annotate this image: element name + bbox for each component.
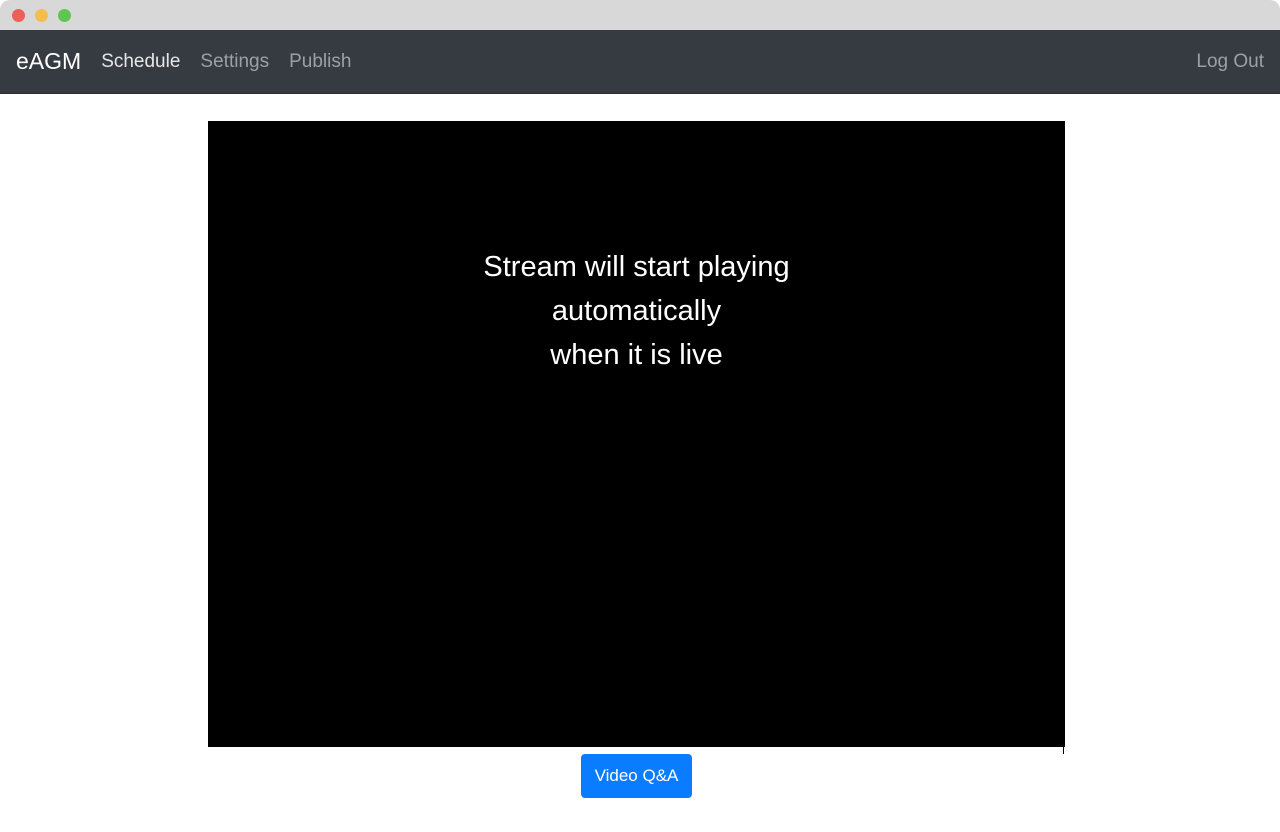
nav-links: Schedule Settings Publish (101, 51, 351, 73)
minimize-icon[interactable] (35, 8, 48, 22)
brand-logo[interactable]: eAGM (16, 48, 81, 75)
stream-message-line-2: automatically (551, 295, 722, 327)
video-edge-divider (1063, 747, 1064, 754)
stream-message-line-3: when it is live (550, 339, 723, 371)
video-player[interactable]: Stream will start playing automatically … (208, 121, 1065, 747)
stream-status-message: Stream will start playing automatically … (208, 245, 1065, 377)
nav-schedule[interactable]: Schedule (101, 51, 180, 73)
main-content: Stream will start playing automatically … (0, 94, 1280, 832)
nav-settings[interactable]: Settings (200, 51, 269, 73)
browser-window: eAGM Schedule Settings Publish Log Out S… (0, 0, 1280, 832)
logout-link[interactable]: Log Out (1196, 51, 1264, 73)
video-qa-button[interactable]: Video Q&A (581, 754, 692, 798)
close-icon[interactable] (12, 8, 25, 22)
top-navbar: eAGM Schedule Settings Publish Log Out (0, 30, 1280, 94)
maximize-icon[interactable] (58, 8, 71, 22)
window-titlebar (0, 0, 1280, 30)
stream-message-line-1: Stream will start playing (483, 251, 790, 283)
nav-publish[interactable]: Publish (289, 51, 351, 73)
